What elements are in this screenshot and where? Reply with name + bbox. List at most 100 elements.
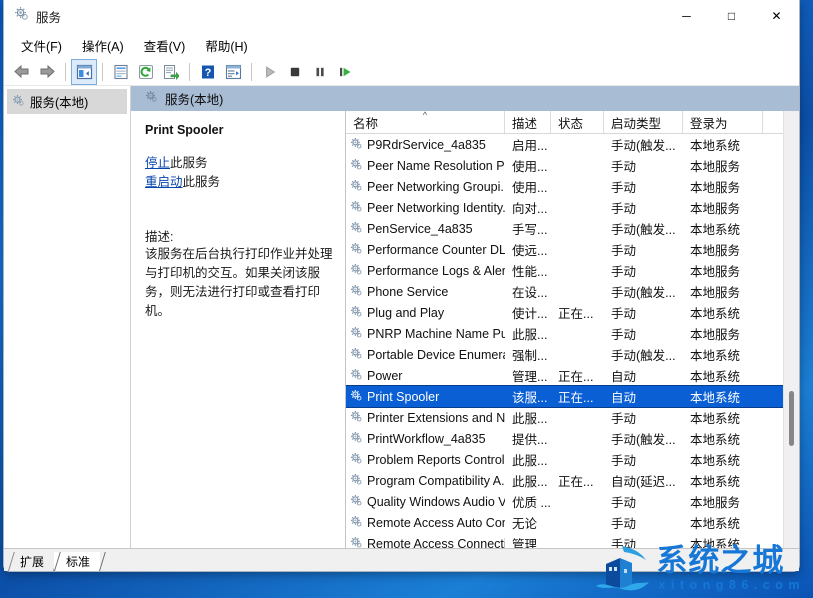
vertical-scrollbar[interactable] bbox=[783, 111, 799, 548]
menu-view[interactable]: 查看(V) bbox=[135, 33, 195, 58]
start-service-icon[interactable] bbox=[258, 60, 282, 84]
cell-logon: 本地服务 bbox=[683, 240, 763, 259]
pane-header: 服务(本地) bbox=[131, 86, 799, 111]
forward-arrow-icon[interactable] bbox=[35, 60, 59, 84]
service-name-label: Power bbox=[367, 369, 402, 383]
table-row[interactable]: Portable Device Enumera...强制...手动(触发...本… bbox=[346, 344, 783, 365]
description-label: 描述: bbox=[145, 226, 333, 245]
stop-service-icon[interactable] bbox=[283, 60, 307, 84]
description-text: 该服务在后台执行打印作业并处理与打印机的交互。如果关闭该服务，则无法进行打印或查… bbox=[145, 245, 333, 321]
service-name-label: PrintWorkflow_4a835 bbox=[367, 432, 486, 446]
column-header-startup[interactable]: 启动类型 bbox=[604, 111, 683, 133]
show-hide-console-tree-icon[interactable] bbox=[72, 60, 96, 84]
watermark-sub-text: xitong86.com bbox=[658, 578, 805, 593]
tab-standard[interactable]: 标准 bbox=[54, 552, 100, 571]
minimize-button[interactable]: ─ bbox=[664, 0, 709, 32]
cell-logon: 本地系统 bbox=[683, 387, 763, 406]
cell-name: Remote Access Connecti... bbox=[346, 536, 505, 549]
service-gear-icon bbox=[350, 158, 363, 174]
tree-node-services-local[interactable]: 服务(本地) bbox=[7, 89, 127, 114]
service-gear-icon bbox=[350, 263, 363, 279]
help-icon[interactable]: ? bbox=[196, 60, 220, 84]
table-row[interactable]: Printer Extensions and N...此服...手动本地系统 bbox=[346, 407, 783, 428]
service-name-label: PenService_4a835 bbox=[367, 222, 473, 236]
restart-service-link-row[interactable]: 重启动此服务 bbox=[145, 173, 333, 192]
scrollbar-thumb[interactable] bbox=[789, 391, 794, 446]
table-row[interactable]: Problem Reports Control...此服...手动本地系统 bbox=[346, 449, 783, 470]
restart-service-icon[interactable] bbox=[333, 60, 357, 84]
close-button[interactable]: ✕ bbox=[754, 0, 799, 32]
table-row[interactable]: Peer Networking Identity...向对...手动本地服务 bbox=[346, 197, 783, 218]
cell-name: PrintWorkflow_4a835 bbox=[346, 431, 505, 447]
cell-description: 此服... bbox=[505, 408, 551, 427]
window-title: 服务 bbox=[36, 7, 61, 26]
toolbar-separator-2 bbox=[102, 63, 103, 81]
table-row[interactable]: Remote Access Auto Con...无论手动本地系统 bbox=[346, 512, 783, 533]
back-arrow-icon[interactable] bbox=[10, 60, 34, 84]
service-gear-icon bbox=[350, 410, 363, 426]
properties-icon[interactable] bbox=[109, 60, 133, 84]
cell-startup: 手动 bbox=[604, 534, 683, 548]
column-header-status[interactable]: 状态 bbox=[551, 111, 604, 133]
right-pane: 服务(本地) Print Spooler 停止此服务 重启动此服务 描述: 该服… bbox=[131, 86, 799, 548]
cell-logon: 本地系统 bbox=[683, 345, 763, 364]
column-header-name[interactable]: 名称^ bbox=[346, 111, 505, 133]
cell-name: Plug and Play bbox=[346, 305, 505, 321]
title-bar-left: 服务 bbox=[4, 6, 61, 26]
restart-service-link[interactable]: 重启动 bbox=[145, 175, 183, 189]
cell-description: 性能... bbox=[505, 261, 551, 280]
service-name-label: Performance Counter DL... bbox=[367, 243, 505, 257]
column-header-logon[interactable]: 登录为 bbox=[683, 111, 763, 133]
show-action-pane-icon[interactable] bbox=[221, 60, 245, 84]
tab-extended[interactable]: 扩展 bbox=[8, 552, 54, 571]
column-header-label: 名称 bbox=[353, 113, 378, 132]
table-row[interactable]: PNRP Machine Name Pu...此服...手动本地服务 bbox=[346, 323, 783, 344]
export-list-icon[interactable] bbox=[159, 60, 183, 84]
cell-description: 此服... bbox=[505, 450, 551, 469]
stop-service-link-row[interactable]: 停止此服务 bbox=[145, 154, 333, 173]
maximize-button[interactable]: □ bbox=[709, 0, 754, 32]
menu-action[interactable]: 操作(A) bbox=[73, 33, 133, 58]
refresh-icon[interactable] bbox=[134, 60, 158, 84]
table-row[interactable]: Remote Access Connecti...管理手动本地系统 bbox=[346, 533, 783, 548]
menu-file[interactable]: 文件(F) bbox=[12, 33, 71, 58]
table-row[interactable]: Performance Logs & Aler...性能...手动本地服务 bbox=[346, 260, 783, 281]
cell-startup: 手动(触发... bbox=[604, 282, 683, 301]
pane-header-label: 服务(本地) bbox=[165, 89, 223, 108]
table-row[interactable]: Plug and Play使计...正在...手动本地系统 bbox=[346, 302, 783, 323]
cell-logon: 本地系统 bbox=[683, 135, 763, 154]
cell-name: Performance Counter DL... bbox=[346, 242, 505, 258]
table-row[interactable]: Program Compatibility A...此服...正在...自动(延… bbox=[346, 470, 783, 491]
cell-description: 强制... bbox=[505, 345, 551, 364]
cell-startup: 手动 bbox=[604, 324, 683, 343]
cell-description: 使计... bbox=[505, 303, 551, 322]
service-name-label: P9RdrService_4a835 bbox=[367, 138, 486, 152]
cell-description: 此服... bbox=[505, 324, 551, 343]
table-row[interactable]: PenService_4a835手写...手动(触发...本地系统 bbox=[346, 218, 783, 239]
table-row[interactable]: Quality Windows Audio V...优质 ...手动本地服务 bbox=[346, 491, 783, 512]
stop-service-link[interactable]: 停止 bbox=[145, 156, 170, 170]
cell-startup: 手动 bbox=[604, 198, 683, 217]
cell-startup: 手动 bbox=[604, 303, 683, 322]
cell-name: Peer Networking Groupi... bbox=[346, 179, 505, 195]
cell-logon: 本地服务 bbox=[683, 198, 763, 217]
column-header-description[interactable]: 描述 bbox=[505, 111, 551, 133]
view-tabs: 扩展 标准 bbox=[4, 548, 799, 571]
table-row[interactable]: Peer Networking Groupi...使用...手动本地服务 bbox=[346, 176, 783, 197]
cell-name: Quality Windows Audio V... bbox=[346, 494, 505, 510]
pause-service-icon[interactable] bbox=[308, 60, 332, 84]
cell-startup: 自动 bbox=[604, 366, 683, 385]
service-detail-panel: Print Spooler 停止此服务 重启动此服务 描述: 该服务在后台执行打… bbox=[131, 111, 346, 548]
service-gear-icon bbox=[350, 284, 363, 300]
cell-description: 向对... bbox=[505, 198, 551, 217]
table-row[interactable]: Performance Counter DL...使远...手动本地服务 bbox=[346, 239, 783, 260]
table-row[interactable]: Power管理...正在...自动本地系统 bbox=[346, 365, 783, 386]
table-row[interactable]: PrintWorkflow_4a835提供...手动(触发...本地系统 bbox=[346, 428, 783, 449]
cell-logon: 本地系统 bbox=[683, 450, 763, 469]
menu-help[interactable]: 帮助(H) bbox=[196, 33, 256, 58]
table-row[interactable]: P9RdrService_4a835启用...手动(触发...本地系统 bbox=[346, 134, 783, 155]
table-row[interactable]: Peer Name Resolution Pr...使用...手动本地服务 bbox=[346, 155, 783, 176]
service-name-label: Peer Name Resolution Pr... bbox=[367, 159, 505, 173]
table-row-selected[interactable]: Print Spooler该服...正在...自动本地系统 bbox=[346, 386, 783, 407]
table-row[interactable]: Phone Service在设...手动(触发...本地服务 bbox=[346, 281, 783, 302]
